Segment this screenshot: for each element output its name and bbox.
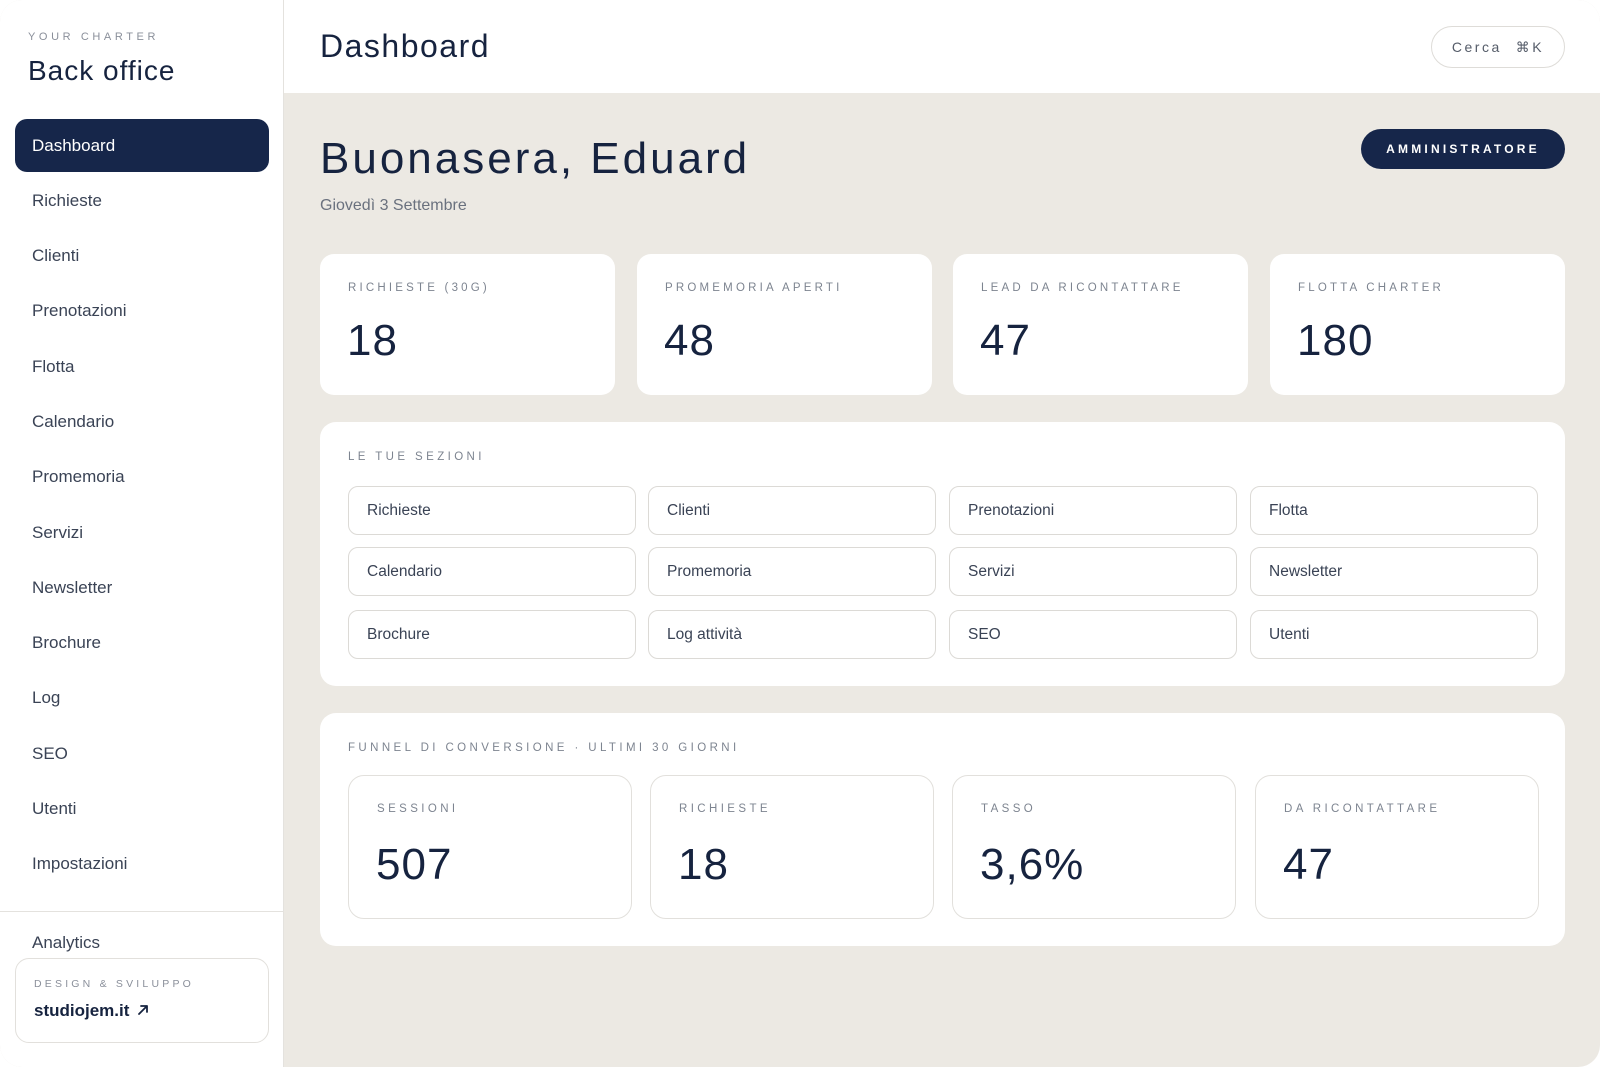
funnel-value: 507 <box>376 840 453 889</box>
credit-link-label: studiojem.it <box>34 1001 130 1020</box>
sidebar-item-impostazioni[interactable]: Impostazioni <box>15 838 269 891</box>
funnel-value: 47 <box>1283 840 1334 889</box>
stat-label: PROMEMORIA APERTI <box>665 282 843 294</box>
sidebar-item-clienti[interactable]: Clienti <box>15 230 269 283</box>
section-button-seo[interactable]: SEO <box>949 610 1237 659</box>
funnel-value: 3,6% <box>980 840 1085 889</box>
sidebar-item-prenotazioni[interactable]: Prenotazioni <box>15 285 269 338</box>
stat-label: FLOTTA CHARTER <box>1298 282 1444 294</box>
funnel-label: DA RICONTATTARE <box>1284 803 1441 815</box>
funnel-card-da-ricontattare: DA RICONTATTARE 47 <box>1255 775 1539 919</box>
sidebar-item-richieste[interactable]: Richieste <box>15 174 269 227</box>
section-button-calendario[interactable]: Calendario <box>348 547 636 596</box>
credit-eyebrow: DESIGN & SVILUPPO <box>34 978 195 990</box>
section-button-promemoria[interactable]: Promemoria <box>648 547 936 596</box>
sidebar-item-seo[interactable]: SEO <box>15 727 269 780</box>
funnel-label: SESSIONI <box>377 803 459 815</box>
stat-card-richieste: RICHIESTE (30G) 18 <box>320 254 615 395</box>
search-button[interactable]: Cerca ⌘K <box>1431 26 1565 68</box>
sidebar-item-dashboard[interactable]: Dashboard <box>15 119 269 172</box>
page-title: Dashboard <box>320 28 491 64</box>
search-shortcut: ⌘K <box>1515 38 1545 55</box>
sidebar-item-newsletter[interactable]: Newsletter <box>15 561 269 614</box>
section-button-newsletter[interactable]: Newsletter <box>1250 547 1538 596</box>
stat-card-promemoria: PROMEMORIA APERTI 48 <box>637 254 932 395</box>
current-date: Giovedì 3 Settembre <box>320 197 467 214</box>
sidebar-item-promemoria[interactable]: Promemoria <box>15 451 269 504</box>
funnel-label: TASSO <box>981 803 1037 815</box>
stat-value: 18 <box>347 316 398 365</box>
funnel-card-sessioni: SESSIONI 507 <box>348 775 632 919</box>
funnel-value: 18 <box>678 840 729 889</box>
section-button-clienti[interactable]: Clienti <box>648 486 936 535</box>
brand-eyebrow: YOUR CHARTER <box>28 31 160 43</box>
sidebar-item-log[interactable]: Log <box>15 672 269 725</box>
stat-value: 47 <box>980 316 1031 365</box>
search-label: Cerca <box>1451 39 1502 55</box>
funnel-card-richieste: RICHIESTE 18 <box>650 775 934 919</box>
role-badge: AMMINISTRATORE <box>1361 129 1565 169</box>
funnel-label: RICHIESTE <box>679 803 771 815</box>
app-window: YOUR CHARTER Back office Dashboard Richi… <box>0 0 1600 1067</box>
stat-value: 180 <box>1297 316 1374 365</box>
stat-label: LEAD DA RICONTATTARE <box>981 282 1184 294</box>
sidebar-item-servizi[interactable]: Servizi <box>15 506 269 559</box>
sidebar-item-calendario[interactable]: Calendario <box>15 395 269 448</box>
brand-title: Back office <box>28 55 176 86</box>
credit-card: DESIGN & SVILUPPO studiojem.it <box>15 958 269 1043</box>
topbar: Dashboard Cerca ⌘K <box>284 0 1600 93</box>
sidebar-nav: Dashboard Richieste Clienti Prenotazioni… <box>15 119 269 893</box>
credit-link[interactable]: studiojem.it <box>34 1001 149 1021</box>
funnel-panel: FUNNEL DI CONVERSIONE · ULTIMI 30 GIORNI… <box>320 713 1565 946</box>
stat-value: 48 <box>664 316 715 365</box>
sections-title: LE TUE SEZIONI <box>348 451 485 463</box>
section-button-servizi[interactable]: Servizi <box>949 547 1237 596</box>
section-button-brochure[interactable]: Brochure <box>348 610 636 659</box>
section-button-utenti[interactable]: Utenti <box>1250 610 1538 659</box>
funnel-title: FUNNEL DI CONVERSIONE · ULTIMI 30 GIORNI <box>348 742 740 754</box>
arrow-up-right-icon <box>138 1005 149 1015</box>
section-button-flotta[interactable]: Flotta <box>1250 486 1538 535</box>
stat-card-lead: LEAD DA RICONTATTARE 47 <box>953 254 1248 395</box>
funnel-card-tasso: TASSO 3,6% <box>952 775 1236 919</box>
sidebar-divider <box>0 911 284 912</box>
stat-label: RICHIESTE (30G) <box>348 282 490 294</box>
sidebar-item-analytics[interactable]: Analytics <box>32 933 100 953</box>
greeting-heading: Buonasera, Eduard <box>320 134 751 183</box>
section-button-prenotazioni[interactable]: Prenotazioni <box>949 486 1237 535</box>
sidebar-item-flotta[interactable]: Flotta <box>15 340 269 393</box>
stat-card-flotta: FLOTTA CHARTER 180 <box>1270 254 1565 395</box>
section-button-richieste[interactable]: Richieste <box>348 486 636 535</box>
sections-panel: LE TUE SEZIONI Richieste Clienti Prenota… <box>320 422 1565 686</box>
section-button-log-attivita[interactable]: Log attività <box>648 610 936 659</box>
sidebar: YOUR CHARTER Back office Dashboard Richi… <box>0 0 284 1067</box>
sidebar-item-brochure[interactable]: Brochure <box>15 617 269 670</box>
sidebar-item-utenti[interactable]: Utenti <box>15 783 269 836</box>
